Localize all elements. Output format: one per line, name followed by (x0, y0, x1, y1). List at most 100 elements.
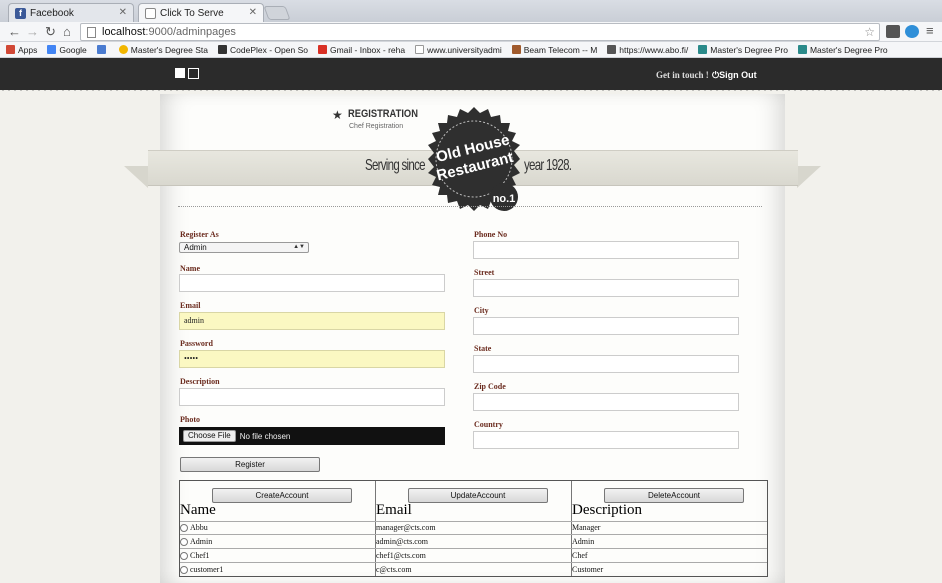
logo-square-filled (175, 68, 185, 78)
sign-out-link[interactable]: ⏻Sign Out (712, 70, 757, 81)
divider (178, 206, 762, 207)
city-field[interactable] (473, 317, 739, 335)
table-cell-name: Chef1 (190, 551, 210, 560)
heart-icon (118, 45, 128, 54)
accounts-table: CreateAccount UpdateAccount DeleteAccoun… (179, 480, 768, 577)
bookmark-gmail[interactable]: Gmail - Inbox - reha (317, 45, 405, 55)
reload-icon[interactable]: ↻ (45, 24, 56, 40)
gmail-icon (317, 45, 327, 54)
bookmark-masters-3[interactable]: Master's Degree Pro (797, 45, 888, 55)
close-icon[interactable]: ✕ (249, 7, 257, 18)
table-cell-description: Customer (572, 565, 604, 574)
choose-file-button[interactable]: Choose File (183, 430, 236, 442)
bookmark-apps[interactable]: Apps (6, 45, 37, 55)
row-radio[interactable] (180, 538, 188, 546)
photo-label: Photo (180, 415, 200, 424)
row-radio[interactable] (180, 552, 188, 560)
swirl-icon (797, 45, 807, 54)
address-bar[interactable]: localhost :9000/adminpages ☆ (80, 23, 880, 41)
tab-title: Click To Serve (160, 7, 224, 19)
bookmark-label: Google (59, 44, 87, 55)
url-path: :9000/adminpages (145, 26, 236, 38)
tab-click-to-serve[interactable]: Click To Serve ✕ (138, 3, 264, 22)
register-button[interactable]: Register (180, 457, 320, 472)
phone-field[interactable] (473, 241, 739, 259)
bookmark-beam[interactable]: Beam Telecom -- M (511, 45, 597, 55)
register-as-select[interactable]: Admin ▲▼ (179, 242, 309, 253)
google-plus-icon (96, 45, 106, 54)
bookmark-label: CodePlex - Open So (230, 44, 308, 55)
delete-account-button[interactable]: DeleteAccount (604, 488, 744, 503)
table-cell-description: Admin (572, 537, 595, 546)
update-account-button[interactable]: UpdateAccount (408, 488, 548, 503)
email-label: Email (180, 301, 201, 310)
table-cell-name: Admin (190, 537, 213, 546)
table-cell-email: chef1@cts.com (376, 551, 426, 560)
country-field[interactable] (473, 431, 739, 449)
bookmark-label: Apps (18, 44, 38, 55)
column-header-email: Email (376, 502, 412, 518)
site-header (0, 58, 942, 90)
name-label: Name (180, 264, 200, 273)
bookmark-label: www.universityadmi (427, 44, 502, 55)
row-radio[interactable] (180, 524, 188, 532)
street-label: Street (474, 268, 495, 277)
bookmark-label: https://www.abo.fi/ (619, 44, 689, 55)
bookmark-google[interactable]: Google (47, 44, 87, 55)
close-icon[interactable]: ✕ (119, 7, 127, 18)
zip-label: Zip Code (474, 382, 506, 391)
table-cell-email: admin@cts.com (376, 537, 429, 546)
tab-title: Facebook (30, 7, 74, 19)
restaurant-badge-logo: Old House Restaurant no.1 (428, 107, 520, 211)
bookmark-masters-1[interactable]: Master's Degree Sta (118, 44, 209, 55)
row-radio[interactable] (180, 566, 188, 574)
new-tab-button[interactable] (263, 6, 291, 20)
ribbon-tail-right (797, 166, 821, 188)
state-label: State (474, 344, 492, 353)
row-divider (180, 562, 767, 563)
column-header-description: Description (572, 502, 642, 518)
column-header-name: Name (180, 502, 216, 518)
table-cell-description: Manager (572, 523, 601, 532)
forward-icon[interactable]: → (26, 24, 39, 40)
bookmark-codeplex[interactable]: CodePlex - Open So (218, 45, 308, 55)
bookmark-university[interactable]: www.universityadmi (415, 45, 502, 55)
state-field[interactable] (473, 355, 739, 373)
table-cell-email: manager@cts.com (376, 523, 436, 532)
back-icon[interactable]: ← (8, 24, 21, 40)
file-status: No file chosen (239, 431, 291, 441)
description-field[interactable] (179, 388, 445, 406)
bookmark-google-plus[interactable] (96, 45, 109, 54)
zip-field[interactable] (473, 393, 739, 411)
logo-square-outline (188, 68, 199, 79)
apps-icon (6, 45, 15, 54)
get-in-touch-link[interactable]: Get in touch ! (656, 70, 709, 80)
password-field[interactable]: ••••• (179, 350, 445, 368)
browser-tabstrip: f Facebook ✕ Click To Serve ✕ (0, 0, 942, 22)
row-divider (180, 548, 767, 549)
bookmark-label: Master's Degree Sta (130, 44, 209, 55)
page-icon (415, 45, 425, 54)
table-cell-name: customer1 (190, 565, 224, 574)
home-icon[interactable]: ⌂ (63, 24, 71, 40)
google-icon (47, 45, 57, 54)
street-field[interactable] (473, 279, 739, 297)
row-divider (180, 521, 767, 522)
bookmark-abo[interactable]: https://www.abo.fi/ (607, 45, 688, 55)
url-host: localhost (102, 26, 146, 38)
beam-icon (511, 45, 521, 54)
badge-number: no.1 (493, 193, 516, 205)
create-account-button[interactable]: CreateAccount (212, 488, 352, 503)
bookmark-masters-2[interactable]: Master's Degree Pro (698, 45, 788, 55)
email-field[interactable]: admin (179, 312, 445, 330)
bookmark-star-icon[interactable]: ☆ (864, 25, 875, 39)
name-field[interactable] (179, 274, 445, 292)
globe-icon[interactable] (905, 25, 919, 38)
star-icon: ★ (332, 108, 343, 122)
menu-icon[interactable]: ≡ (926, 23, 934, 39)
tab-facebook[interactable]: f Facebook ✕ (8, 3, 134, 22)
bookmarks-bar: Apps Google Master's Degree Sta CodePlex… (0, 42, 942, 58)
swirl-icon (698, 45, 708, 54)
extension-icon[interactable] (886, 25, 900, 38)
ribbon-tail-left (124, 166, 148, 188)
